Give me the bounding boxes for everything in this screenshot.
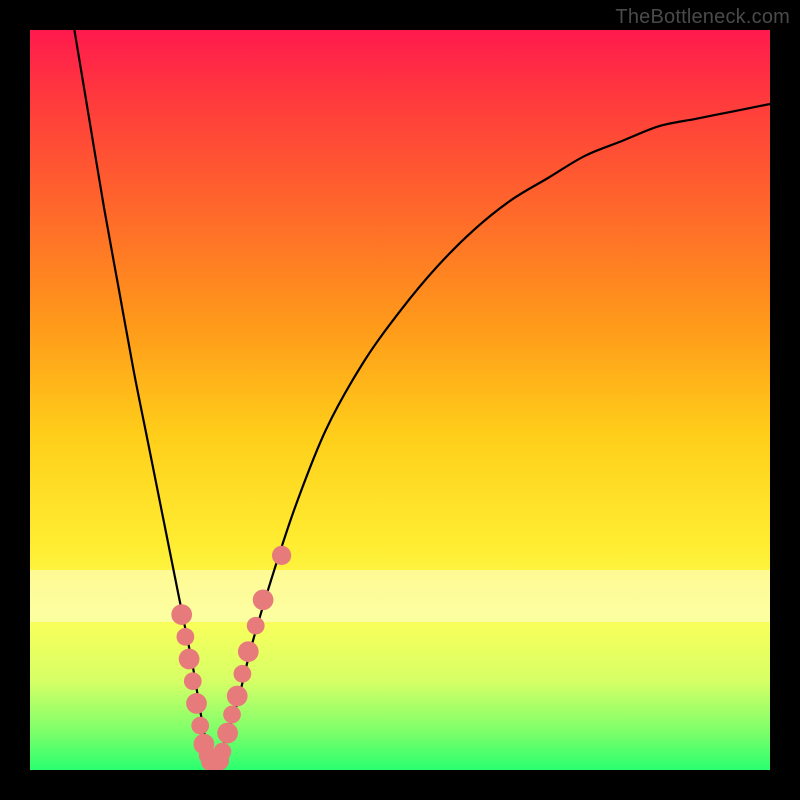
data-marker <box>234 665 252 683</box>
marker-group <box>171 546 291 770</box>
data-marker <box>217 723 238 744</box>
curve-layer <box>30 30 770 770</box>
data-marker <box>272 546 291 565</box>
data-marker <box>186 693 207 714</box>
data-marker <box>179 649 200 670</box>
data-marker <box>184 672 202 690</box>
data-marker <box>247 617 265 635</box>
bottleneck-curve <box>74 30 770 763</box>
chart-frame: TheBottleneck.com <box>0 0 800 800</box>
data-marker <box>223 706 241 724</box>
data-marker <box>238 641 259 662</box>
data-marker <box>177 628 195 646</box>
data-marker <box>253 589 274 610</box>
data-marker <box>214 743 232 761</box>
plot-area <box>30 30 770 770</box>
data-marker <box>171 604 192 625</box>
watermark-text: TheBottleneck.com <box>615 6 790 29</box>
data-marker <box>227 686 248 707</box>
data-marker <box>191 717 209 735</box>
